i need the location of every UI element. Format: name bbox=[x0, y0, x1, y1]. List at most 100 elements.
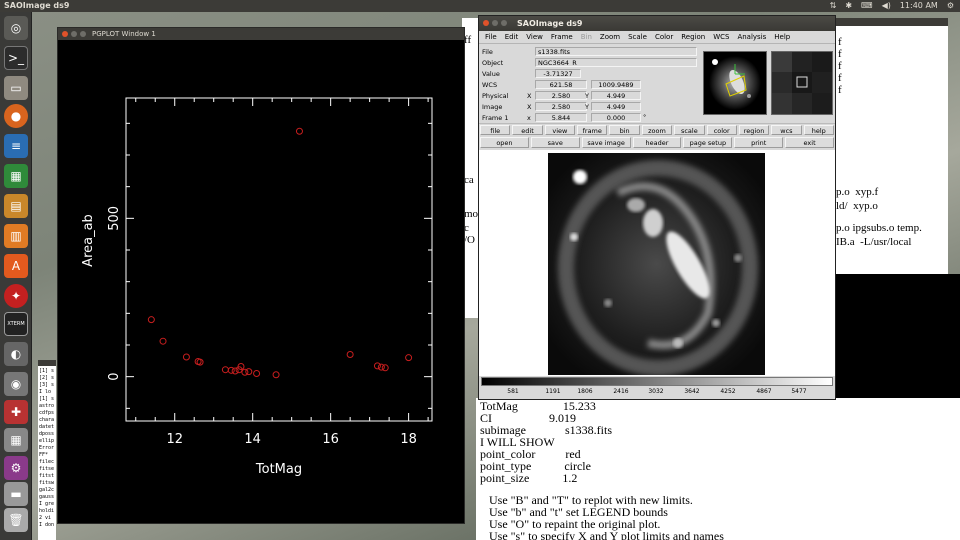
btn-help[interactable]: help bbox=[803, 125, 834, 135]
terminal-window-right[interactable]: f f f f f p.o xyp.f ld/ xyp.o p.o ipgsub… bbox=[836, 18, 948, 274]
btn-view[interactable]: view bbox=[544, 125, 576, 135]
colorbar-labels: 581 1191 1806 2416 3032 3642 4252 4867 5… bbox=[479, 388, 835, 398]
menu-file[interactable]: File bbox=[481, 31, 501, 43]
background-window bbox=[836, 274, 960, 398]
btn-edit[interactable]: edit bbox=[512, 125, 543, 135]
system-settings-icon[interactable]: ⚙ bbox=[4, 456, 28, 480]
calc-icon[interactable]: ▦ bbox=[4, 164, 28, 188]
calculator-icon[interactable]: ▦ bbox=[4, 428, 28, 452]
btn-save[interactable]: save bbox=[530, 137, 580, 148]
tool-icon[interactable]: ✦ bbox=[4, 284, 28, 308]
btn-color[interactable]: color bbox=[706, 125, 737, 135]
btn-save-image[interactable]: save image bbox=[581, 137, 631, 148]
ds9-titlebar[interactable]: SAOImage ds9 bbox=[479, 16, 835, 31]
software-center-icon[interactable]: A bbox=[4, 254, 28, 278]
ubuntu-dash-icon[interactable]: ◎ bbox=[4, 16, 28, 40]
terminal-window-bottom[interactable]: TotMag 15.233 CI 9.019 subimage s1338.fi… bbox=[476, 398, 960, 540]
btn-wcs[interactable]: wcs bbox=[771, 125, 802, 135]
settings-icon[interactable]: ✚ bbox=[4, 400, 28, 424]
terminal-line: p.o ipgsubs.o temp. bbox=[836, 222, 922, 234]
data-point bbox=[253, 370, 261, 377]
btn-header[interactable]: header bbox=[632, 137, 682, 148]
btn-page-setup[interactable]: page setup bbox=[683, 137, 733, 148]
y-label: Y bbox=[585, 92, 589, 100]
data-point bbox=[373, 362, 381, 370]
menu-frame[interactable]: Frame bbox=[547, 31, 577, 43]
impress-icon[interactable]: ▤ bbox=[4, 194, 28, 218]
trash-icon[interactable]: 🗑 bbox=[4, 508, 28, 532]
panner-view[interactable] bbox=[703, 51, 767, 115]
gear-icon[interactable]: ⚙ bbox=[947, 0, 954, 12]
files-icon[interactable]: ▭ bbox=[4, 76, 28, 100]
terminal-icon[interactable]: >_ bbox=[4, 46, 28, 70]
wcs-x: 621.58 bbox=[535, 80, 587, 89]
system-tray: ⇅ ✱ ⌨ ◀) 11:40 AM ⚙ bbox=[830, 0, 954, 12]
plot-frame bbox=[125, 97, 433, 422]
pgplot-titlebar[interactable]: PGPLOT Window 1 bbox=[58, 28, 464, 40]
volume-icon[interactable]: ◀) bbox=[882, 0, 891, 12]
y-tick-label: 500 bbox=[107, 206, 122, 231]
btn-zoom[interactable]: zoom bbox=[641, 125, 673, 135]
menu-zoom[interactable]: Zoom bbox=[596, 31, 624, 43]
menu-color[interactable]: Color bbox=[651, 31, 677, 43]
galaxy-image[interactable] bbox=[548, 153, 765, 375]
btn-file[interactable]: file bbox=[480, 125, 511, 135]
menu-bin[interactable]: Bin bbox=[577, 31, 596, 43]
pgplot-window[interactable]: PGPLOT Window 1 12 14 16 18 0 500 TotMag Area_a… bbox=[57, 27, 465, 524]
menu-wcs[interactable]: WCS bbox=[709, 31, 733, 43]
terminal-line: /O bbox=[464, 234, 475, 246]
menu-region[interactable]: Region bbox=[677, 31, 709, 43]
magnifier-image bbox=[772, 52, 832, 114]
image-label: Image bbox=[482, 103, 503, 111]
degree-symbol: ° bbox=[643, 113, 647, 121]
disk-icon[interactable]: ▬ bbox=[4, 482, 28, 506]
mouse-icon[interactable]: ◐ bbox=[4, 342, 28, 366]
data-point bbox=[346, 351, 354, 358]
data-point bbox=[159, 337, 167, 345]
bluetooth-icon[interactable]: ✱ bbox=[845, 0, 852, 12]
camera-icon[interactable]: ◉ bbox=[4, 372, 28, 396]
file-label: File bbox=[482, 48, 493, 56]
menu-help[interactable]: Help bbox=[770, 31, 794, 43]
window-title: PGPLOT Window 1 bbox=[92, 30, 156, 38]
maximize-icon[interactable] bbox=[501, 20, 507, 26]
terminal-line: ld/ xyp.o bbox=[836, 200, 878, 212]
physical-label: Physical bbox=[482, 92, 509, 100]
btn-scale[interactable]: scale bbox=[674, 125, 705, 135]
data-point bbox=[182, 353, 190, 361]
network-icon[interactable]: ⇅ bbox=[830, 0, 837, 12]
ds9-window[interactable]: SAOImage ds9 File Edit View Frame Bin Zo… bbox=[478, 15, 836, 400]
colorbar[interactable] bbox=[481, 377, 833, 386]
menu-analysis[interactable]: Analysis bbox=[733, 31, 770, 43]
keyboard-icon[interactable]: ⌨ bbox=[861, 0, 873, 12]
menu-scale[interactable]: Scale bbox=[624, 31, 651, 43]
firefox-icon[interactable]: ● bbox=[4, 104, 28, 128]
btn-exit[interactable]: exit bbox=[785, 137, 835, 148]
writer-icon[interactable]: ≡ bbox=[4, 134, 28, 158]
document-icon[interactable]: ▥ bbox=[4, 224, 28, 248]
scatter-plot[interactable]: 12 14 16 18 0 500 TotMag Area_ab bbox=[58, 40, 464, 523]
image-display[interactable] bbox=[479, 150, 835, 376]
btn-bin[interactable]: bin bbox=[609, 125, 640, 135]
minimize-icon[interactable] bbox=[492, 20, 498, 26]
xterm-icon[interactable]: XTERM bbox=[4, 312, 28, 336]
terminal-window-left[interactable]: [1] s [2] s [3] s I lo [1] s astro cdfps… bbox=[38, 360, 56, 540]
terminal-line: fitsw bbox=[39, 480, 55, 486]
menu-view[interactable]: View bbox=[522, 31, 547, 43]
btn-region[interactable]: region bbox=[738, 125, 770, 135]
terminal-line: ff bbox=[464, 34, 472, 46]
colorbar-label: 4867 bbox=[756, 388, 772, 395]
terminal-line: I gre bbox=[39, 501, 55, 507]
maximize-icon[interactable] bbox=[80, 31, 86, 37]
menu-edit[interactable]: Edit bbox=[501, 31, 523, 43]
close-icon[interactable] bbox=[483, 20, 489, 26]
close-icon[interactable] bbox=[62, 31, 68, 37]
btn-print[interactable]: print bbox=[734, 137, 784, 148]
colorbar-label: 4252 bbox=[720, 388, 736, 395]
data-point bbox=[272, 371, 280, 379]
btn-frame[interactable]: frame bbox=[577, 125, 608, 135]
minimize-icon[interactable] bbox=[71, 31, 77, 37]
btn-open[interactable]: open bbox=[480, 137, 529, 148]
y-tick-label: 0 bbox=[107, 373, 122, 381]
clock[interactable]: 11:40 AM bbox=[900, 0, 938, 12]
